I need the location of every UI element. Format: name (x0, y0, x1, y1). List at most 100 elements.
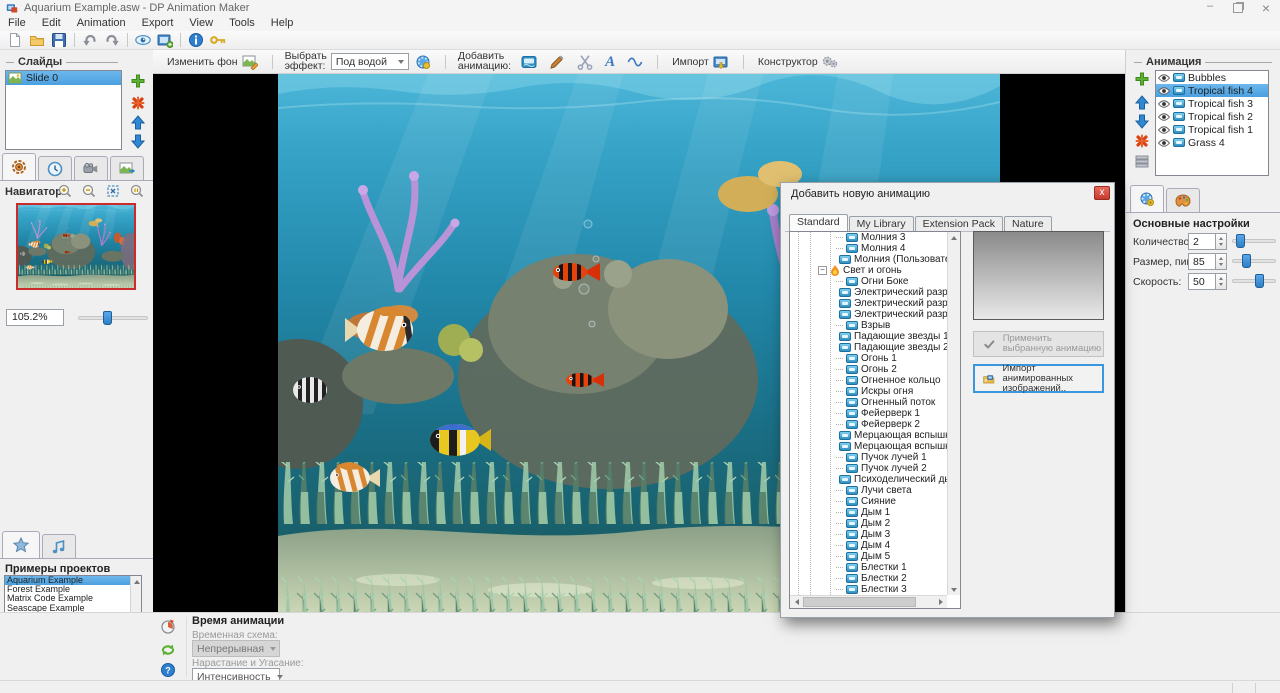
tree-item[interactable]: Огненное кольцо (790, 375, 947, 386)
dialog-tab[interactable]: My Library (849, 216, 914, 231)
menu-item[interactable]: Edit (34, 16, 69, 31)
visibility-eye-icon[interactable] (1158, 87, 1170, 95)
apply-animation-button[interactable]: Применить выбранную анимацию (973, 331, 1104, 357)
menu-item[interactable]: View (181, 16, 221, 31)
setting-slider[interactable] (1232, 255, 1276, 267)
visibility-eye-icon[interactable] (1158, 139, 1170, 147)
effect-settings-button[interactable] (409, 51, 437, 73)
layers-button[interactable] (1132, 152, 1152, 170)
tab-scene-settings[interactable] (2, 153, 36, 180)
tab-color-settings[interactable] (1166, 188, 1200, 212)
timer-icon[interactable] (158, 617, 178, 635)
slides-list[interactable]: Slide 0 (5, 70, 122, 150)
save-button[interactable] (48, 32, 70, 49)
tree-item[interactable]: Свет и огонь (790, 265, 947, 276)
move-slide-down-button[interactable] (128, 132, 148, 150)
animation-list[interactable]: Bubbles Tropical fish 4 Tropical fish 3 (1155, 70, 1269, 176)
add-slide-button[interactable] (128, 72, 148, 90)
add-cut-animation-button[interactable] (571, 51, 599, 73)
visibility-eye-icon[interactable] (1158, 113, 1170, 121)
tree-item[interactable]: Взрыв (790, 320, 947, 331)
visibility-eye-icon[interactable] (1158, 126, 1170, 134)
tree-item[interactable]: Фейерверк 1 (790, 408, 947, 419)
example-item[interactable]: Forest Example (5, 585, 130, 594)
setting-slider[interactable] (1232, 235, 1276, 247)
zoom-slider[interactable] (78, 312, 148, 324)
visibility-eye-icon[interactable] (1158, 74, 1170, 82)
zoom-out-button[interactable] (80, 182, 98, 200)
menu-item[interactable]: File (0, 16, 34, 31)
undo-button[interactable] (79, 32, 101, 49)
tree-item[interactable]: Огонь 2 (790, 364, 947, 375)
navigator-thumbnail[interactable] (16, 203, 136, 290)
spinner-buttons[interactable] (1215, 233, 1227, 250)
delete-animation-button[interactable] (1132, 132, 1152, 150)
dialog-tab[interactable]: Extension Pack (915, 216, 1003, 231)
tab-basic-settings[interactable] (1130, 185, 1164, 212)
setting-value-input[interactable] (1188, 253, 1215, 270)
setting-value-input[interactable] (1188, 233, 1215, 250)
open-project-button[interactable] (26, 32, 48, 49)
tab-camera[interactable] (74, 156, 108, 180)
animation-tree[interactable]: Молния 3 Молния 4 (790, 232, 947, 595)
tree-item[interactable]: Пучок лучей 2 (790, 463, 947, 474)
tree-item[interactable]: Мерцающая вспышка 2 (790, 441, 947, 452)
tree-item[interactable]: Искры огня (790, 386, 947, 397)
tree-item[interactable]: Молния (Пользовательская) (790, 254, 947, 265)
add-brush-animation-button[interactable] (543, 51, 571, 73)
menu-item[interactable]: Tools (221, 16, 263, 31)
menu-item[interactable]: Animation (69, 16, 134, 31)
tree-vertical-scrollbar[interactable] (947, 232, 960, 595)
collapse-toggle-icon[interactable] (818, 266, 827, 275)
tree-item[interactable]: Падающие звезды 1 (790, 331, 947, 342)
redo-button[interactable] (101, 32, 123, 49)
move-animation-down-button[interactable] (1132, 112, 1152, 130)
animation-item[interactable]: Tropical fish 1 (1156, 123, 1268, 136)
tab-export-image[interactable] (110, 156, 144, 180)
tab-examples[interactable] (2, 531, 40, 558)
tree-item[interactable]: Падающие звезды 2 (790, 342, 947, 353)
tree-item[interactable]: Дым 4 (790, 540, 947, 551)
restore-button[interactable] (1224, 0, 1252, 16)
import-animated-images-button[interactable]: Импорт анимированных изображений.. (973, 364, 1104, 393)
scrollbar-thumb[interactable] (803, 597, 916, 607)
spinner-buttons[interactable] (1215, 273, 1227, 290)
tree-item[interactable]: Электрический разряд 2 (790, 298, 947, 309)
tree-item[interactable]: Дым 5 (790, 551, 947, 562)
tree-item[interactable]: Дым 1 (790, 507, 947, 518)
loop-icon[interactable] (158, 641, 178, 659)
tree-horizontal-scrollbar[interactable] (790, 595, 947, 608)
example-item[interactable]: Matrix Code Example (5, 594, 130, 603)
animation-item[interactable]: Tropical fish 2 (1156, 110, 1268, 123)
tab-music[interactable] (42, 534, 76, 558)
setting-slider-handle[interactable] (1236, 234, 1245, 248)
tree-item[interactable]: Блестки 1 (790, 562, 947, 573)
register-key-button[interactable] (207, 32, 229, 49)
animation-item[interactable]: Bubbles (1156, 71, 1268, 84)
change-background-button[interactable]: Изменить фон (161, 51, 264, 73)
zoom-slider-handle[interactable] (103, 311, 112, 325)
menu-item[interactable]: Export (134, 16, 182, 31)
effect-combobox[interactable]: Под водой (331, 53, 409, 70)
slide-item[interactable]: Slide 0 (6, 71, 121, 85)
minimize-button[interactable] (1196, 0, 1224, 16)
setting-value-input[interactable] (1188, 273, 1215, 290)
import-button[interactable]: Импорт (666, 51, 735, 73)
tree-item[interactable]: Фейерверк 2 (790, 419, 947, 430)
tree-item[interactable]: Молния 4 (790, 243, 947, 254)
animation-item[interactable]: Grass 4 (1156, 136, 1268, 149)
preview-button[interactable] (132, 32, 154, 49)
tree-item[interactable]: Психоделический дым (790, 474, 947, 485)
help-icon[interactable]: ? (158, 661, 178, 679)
tree-item[interactable]: Электрический разряд 3 (790, 309, 947, 320)
info-button[interactable] (185, 32, 207, 49)
tree-item[interactable]: Пучок лучей 1 (790, 452, 947, 463)
close-button[interactable] (1252, 0, 1280, 16)
tree-item[interactable]: Дым 3 (790, 529, 947, 540)
visibility-eye-icon[interactable] (1158, 100, 1170, 108)
tree-item[interactable]: Электрический разряд 1 (790, 287, 947, 298)
animation-item[interactable]: Tropical fish 3 (1156, 97, 1268, 110)
tree-item[interactable]: Молния 3 (790, 232, 947, 243)
move-slide-up-button[interactable] (128, 114, 148, 132)
tree-item[interactable]: Огненный поток (790, 397, 947, 408)
